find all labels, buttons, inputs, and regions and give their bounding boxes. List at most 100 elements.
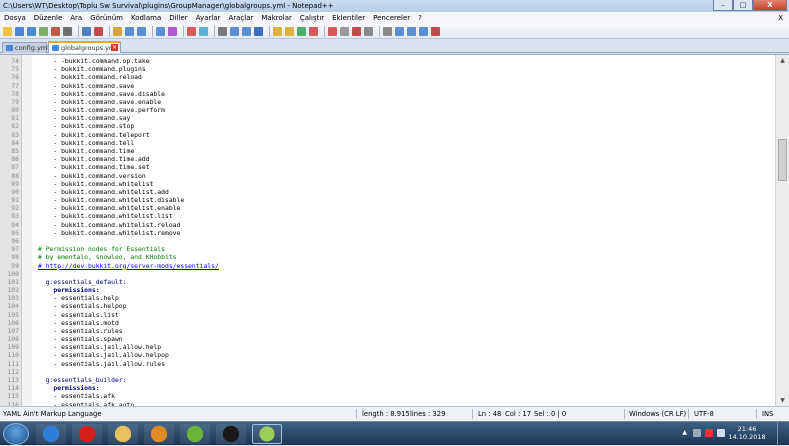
code-line[interactable]: 75 - bukkit.command.plugins <box>0 65 775 73</box>
scrollbar-thumb[interactable] <box>778 139 787 181</box>
menu-item[interactable]: Eklentiler <box>332 12 365 24</box>
code-line[interactable]: 89 - bukkit.command.whitelist <box>0 180 775 188</box>
code-line[interactable]: 80 - bukkit.command.save.perform <box>0 106 775 114</box>
code-line[interactable]: 83 - bukkit.command.teleport <box>0 131 775 139</box>
code-line[interactable]: 90 - bukkit.command.whitelist.add <box>0 188 775 196</box>
code-line[interactable]: 108 - essentials.spawn <box>0 335 775 343</box>
toolbar-button-icon[interactable] <box>328 26 337 36</box>
code-line[interactable]: 110 - essentials.jail.allow.helpop <box>0 351 775 359</box>
code-line[interactable]: 78 - bukkit.command.save.disable <box>0 90 775 98</box>
toolbar-button-icon[interactable] <box>419 26 428 36</box>
scroll-up-icon[interactable]: ▲ <box>776 55 789 67</box>
code-line[interactable]: 107 - essentials.rules <box>0 327 775 335</box>
menu-item[interactable]: Kodlama <box>131 12 161 24</box>
toolbar-button-icon[interactable] <box>15 26 24 36</box>
code-line[interactable]: 114 permissions: <box>0 384 775 392</box>
code-line[interactable]: 96 <box>0 237 775 245</box>
code-line[interactable]: 81 - bukkit.command.say <box>0 114 775 122</box>
code-line[interactable]: 102 permissions: <box>0 286 775 294</box>
maximize-button[interactable]: □ <box>733 0 753 11</box>
code-line[interactable]: 111 - essentials.jail.allow.rules <box>0 360 775 368</box>
code-line[interactable]: 101 g:essentials_default: <box>0 278 775 286</box>
code-line[interactable]: 91 - bukkit.command.whitelist.disable <box>0 196 775 204</box>
code-line[interactable]: 86 - bukkit.command.time.add <box>0 155 775 163</box>
toolbar-button-icon[interactable] <box>187 26 196 36</box>
toolbar-button-icon[interactable] <box>285 26 294 36</box>
toolbar-button-icon[interactable] <box>254 26 263 36</box>
status-encoding[interactable]: UTF-8 <box>694 407 714 421</box>
code-line[interactable]: 85 - bukkit.command.time <box>0 147 775 155</box>
code-line[interactable]: 99 # http://dev.bukkit.org/server-mods/es… <box>0 262 775 270</box>
menu-item[interactable]: Ara <box>70 12 82 24</box>
toolbar-button-icon[interactable] <box>309 26 318 36</box>
clock[interactable]: 21:46 14.10.2018 <box>727 425 767 441</box>
menu-item[interactable]: Dosya <box>4 12 26 24</box>
toolbar-button-icon[interactable] <box>39 26 48 36</box>
toolbar-button-icon[interactable] <box>383 26 392 36</box>
code-line[interactable]: 100 <box>0 270 775 278</box>
toolbar-button-icon[interactable] <box>218 26 227 36</box>
show-desktop-button[interactable] <box>777 422 785 446</box>
code-line[interactable]: 115 - essentials.afk <box>0 392 775 400</box>
toolbar-button-icon[interactable] <box>137 26 146 36</box>
code-line[interactable]: 105 - essentials.list <box>0 311 775 319</box>
code-line[interactable]: 77 - bukkit.command.save <box>0 82 775 90</box>
ie-icon[interactable] <box>36 424 66 444</box>
menu-item[interactable]: Düzenle <box>34 12 63 24</box>
code-line[interactable]: 76 - bukkit.command.reload <box>0 73 775 81</box>
menu-item[interactable]: ? <box>418 12 422 24</box>
toolbar-button-icon[interactable] <box>273 26 282 36</box>
toolbar-button-icon[interactable] <box>297 26 306 36</box>
toolbar-button-icon[interactable] <box>156 26 165 36</box>
code-line[interactable]: 109 - essentials.jail.allow.help <box>0 343 775 351</box>
vertical-scrollbar[interactable]: ▲ ▼ <box>775 55 789 407</box>
notepadpp-icon[interactable] <box>252 424 282 444</box>
toolbar-button-icon[interactable] <box>242 26 251 36</box>
code-line[interactable]: 103 - essentials.help <box>0 294 775 302</box>
menu-item[interactable]: Diller <box>169 12 187 24</box>
menu-item[interactable]: Makrolar <box>261 12 292 24</box>
code-line[interactable]: 82 - bukkit.command.stop <box>0 122 775 130</box>
code-line[interactable]: 106 - essentials.motd <box>0 319 775 327</box>
flag-icon[interactable] <box>693 429 701 437</box>
menu-item[interactable]: Araçlar <box>228 12 253 24</box>
toolbar-button-icon[interactable] <box>230 26 239 36</box>
code-line[interactable]: 112 <box>0 368 775 376</box>
code-line[interactable]: 84 - bukkit.command.tell <box>0 139 775 147</box>
cmd-icon[interactable] <box>216 424 246 444</box>
toolbar-button-icon[interactable] <box>113 26 122 36</box>
code-line[interactable]: 92 - bukkit.command.whitelist.enable <box>0 204 775 212</box>
toolbar-button-icon[interactable] <box>3 26 12 36</box>
toolbar-button-icon[interactable] <box>63 26 72 36</box>
toolbar-button-icon[interactable] <box>94 26 103 36</box>
media-player-icon[interactable] <box>144 424 174 444</box>
opera-icon[interactable] <box>72 424 102 444</box>
close-button[interactable]: X <box>753 0 787 11</box>
toolbar-button-icon[interactable] <box>125 26 134 36</box>
menu-item[interactable]: Ayarlar <box>196 12 221 24</box>
tab-close-icon[interactable]: × <box>111 44 118 51</box>
code-line[interactable]: 74 - -bukkit.command.op.take <box>0 57 775 65</box>
status-eol[interactable]: Windows (CR LF) <box>629 407 686 421</box>
toolbar-button-icon[interactable] <box>395 26 404 36</box>
menu-item[interactable]: Görünüm <box>90 12 123 24</box>
code-line[interactable]: 98 # by ementalo, snowleo, and KHobbits <box>0 253 775 261</box>
tab-globalgroups-yml[interactable]: globalgroups.yml × <box>48 41 121 53</box>
network-icon[interactable] <box>717 429 725 437</box>
toolbar-button-icon[interactable] <box>51 26 60 36</box>
toolbar-button-icon[interactable] <box>364 26 373 36</box>
minimize-button[interactable]: – <box>713 0 733 11</box>
utorrent-icon[interactable] <box>180 424 210 444</box>
close-document-button[interactable]: X <box>778 12 783 24</box>
toolbar-button-icon[interactable] <box>352 26 361 36</box>
toolbar-button-icon[interactable] <box>340 26 349 36</box>
toolbar-button-icon[interactable] <box>82 26 91 36</box>
toolbar-button-icon[interactable] <box>431 26 440 36</box>
code-line[interactable]: 95 - bukkit.command.whitelist.remove <box>0 229 775 237</box>
toolbar-button-icon[interactable] <box>407 26 416 36</box>
explorer-folder-icon[interactable] <box>108 424 138 444</box>
code-line[interactable]: 94 - bukkit.command.whitelist.reload <box>0 221 775 229</box>
editor[interactable]: 74 - -bukkit.command.op.take 75 - bukkit.… <box>0 54 789 409</box>
tray-expand-icon[interactable]: ▲ <box>682 429 687 436</box>
toolbar-button-icon[interactable] <box>199 26 208 36</box>
